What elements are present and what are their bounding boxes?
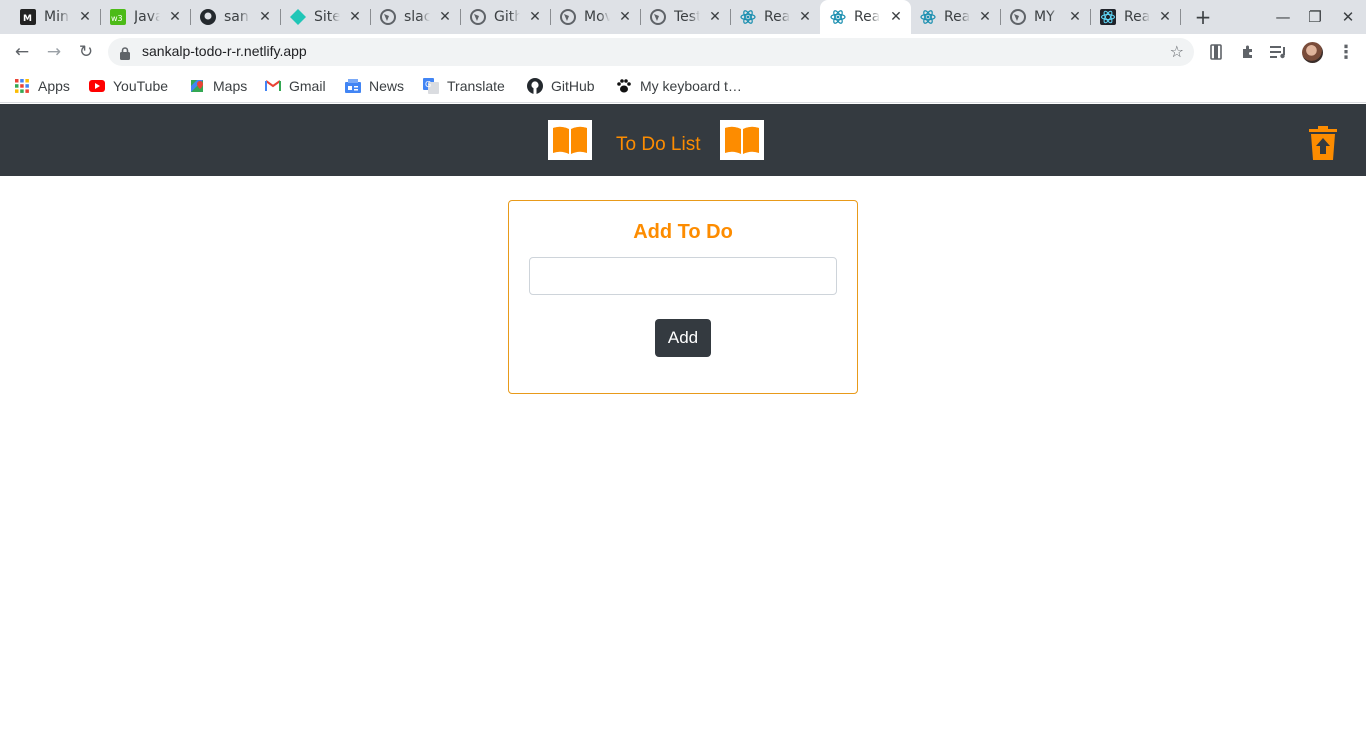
- globe-icon: [470, 9, 486, 25]
- extensions-puzzle-icon[interactable]: [1238, 42, 1258, 62]
- restore-icon[interactable]: ❐: [1304, 6, 1326, 28]
- reading-mode-icon[interactable]: [1206, 42, 1226, 62]
- tab-title: Github: [494, 9, 520, 25]
- browser-tab[interactable]: Movie ✕: [540, 0, 640, 34]
- app-title: To Do List: [616, 134, 701, 155]
- react-icon: [920, 9, 936, 25]
- bookmark-news[interactable]: News: [345, 76, 404, 96]
- close-window-icon[interactable]: ✕: [1337, 6, 1359, 28]
- bookmark-star-icon[interactable]: ☆: [1170, 42, 1184, 61]
- bookmarks-bar: Apps YouTube Maps Gmail News G Translate…: [0, 70, 1366, 103]
- bookmark-translate[interactable]: G Translate: [423, 76, 505, 96]
- bookmark-apps[interactable]: Apps: [14, 76, 70, 96]
- netlify-icon: [290, 9, 306, 25]
- profile-avatar[interactable]: [1302, 42, 1323, 63]
- gmail-icon: [265, 78, 281, 94]
- bookmark-label: Gmail: [289, 78, 326, 94]
- browser-tab[interactable]: M Mini ✕: [0, 0, 100, 34]
- new-tab-button[interactable]: +: [1193, 7, 1213, 27]
- react-icon: [830, 9, 846, 25]
- tab-title: Site: [314, 9, 340, 25]
- bookmark-label: My keyboard t…: [640, 78, 742, 94]
- tab-title: React App: [764, 9, 790, 25]
- trash-restore-icon[interactable]: [1308, 126, 1338, 164]
- github-icon: [200, 9, 216, 25]
- browser-tab[interactable]: Github ✕: [450, 0, 550, 34]
- tab-divider: [1180, 9, 1181, 25]
- browser-tab[interactable]: Test ✕: [630, 0, 730, 34]
- svg-text:M: M: [23, 14, 32, 24]
- address-bar[interactable]: sankalp-todo-r-r.netlify.app ☆: [108, 38, 1194, 66]
- bookmark-label: Apps: [38, 78, 70, 94]
- bookmark-keyboard[interactable]: My keyboard t…: [616, 76, 742, 96]
- url-text: sankalp-todo-r-r.netlify.app: [142, 43, 307, 59]
- add-todo-card: Add To Do Add: [508, 200, 858, 394]
- tab-title: React App: [1124, 9, 1150, 25]
- book-icon: [720, 120, 764, 160]
- bookmark-youtube[interactable]: YouTube: [89, 76, 168, 96]
- todo-input[interactable]: [529, 257, 837, 295]
- tab-title: React App: [944, 9, 970, 25]
- code-icon: w3: [110, 9, 126, 25]
- tab-title: React App: [854, 9, 880, 25]
- tab-title: sankalp: [224, 9, 250, 25]
- tab-strip: M Mini ✕ w3 JavaScript ✕ sankalp ✕ Site …: [0, 0, 1366, 34]
- browser-tab[interactable]: MY ✕: [990, 0, 1090, 34]
- translate-icon: G: [423, 78, 439, 94]
- maps-icon: [189, 78, 205, 94]
- close-icon[interactable]: ✕: [887, 8, 905, 26]
- svg-text:G: G: [425, 80, 431, 89]
- bookmark-label: Translate: [447, 78, 505, 94]
- tab-title: Movie: [584, 9, 610, 25]
- github-icon: [527, 78, 543, 94]
- bookmark-maps[interactable]: Maps: [189, 76, 247, 96]
- bookmark-gmail[interactable]: Gmail: [265, 76, 326, 96]
- browser-tab[interactable]: React App ✕: [720, 0, 820, 34]
- globe-icon: [650, 9, 666, 25]
- browser-tab-active[interactable]: React App ✕: [820, 0, 911, 34]
- hackmd-icon: M: [20, 9, 36, 25]
- tab-title: JavaScript: [134, 9, 160, 25]
- globe-icon: [560, 9, 576, 25]
- react-icon: [1100, 9, 1116, 25]
- tab-title: MY: [1034, 9, 1055, 25]
- tab-title: Mini: [44, 9, 70, 25]
- reload-icon[interactable]: ↻: [72, 38, 100, 66]
- browser-toolbar: ← → ↻ sankalp-todo-r-r.netlify.app ☆ ⋮: [0, 34, 1366, 70]
- globe-icon: [380, 9, 396, 25]
- lock-icon: [120, 45, 130, 64]
- browser-tab[interactable]: Site ✕: [270, 0, 370, 34]
- browser-tab[interactable]: React App ✕: [1080, 0, 1180, 34]
- bookmark-github[interactable]: GitHub: [527, 76, 595, 96]
- tab-title: Test: [674, 9, 700, 25]
- book-icon: [548, 120, 592, 160]
- bookmark-label: GitHub: [551, 78, 595, 94]
- tab-title: slack: [404, 9, 430, 25]
- globe-icon: [1010, 9, 1026, 25]
- browser-tab[interactable]: w3 JavaScript ✕: [90, 0, 190, 34]
- close-icon[interactable]: ✕: [796, 8, 814, 26]
- browser-tab[interactable]: slack ✕: [360, 0, 460, 34]
- app-header: To Do List: [0, 104, 1366, 176]
- paw-icon: [616, 78, 632, 94]
- bookmark-label: YouTube: [113, 78, 169, 94]
- close-icon[interactable]: ✕: [1156, 8, 1174, 26]
- forward-arrow-icon[interactable]: →: [40, 38, 68, 66]
- bookmark-label: Maps: [213, 78, 248, 94]
- bookmark-label: News: [369, 78, 405, 94]
- youtube-icon: [89, 78, 105, 94]
- news-icon: [345, 78, 361, 94]
- media-queue-icon[interactable]: [1269, 42, 1289, 62]
- apps-grid-icon: [14, 78, 30, 94]
- react-icon: [740, 9, 756, 25]
- card-title: Add To Do: [633, 221, 733, 243]
- svg-text:w3: w3: [111, 14, 123, 23]
- more-menu-icon[interactable]: ⋮: [1336, 42, 1356, 63]
- browser-tab[interactable]: sankalp ✕: [180, 0, 280, 34]
- add-button[interactable]: Add: [655, 319, 711, 357]
- back-arrow-icon[interactable]: ←: [8, 38, 36, 66]
- minimize-icon[interactable]: —: [1272, 6, 1294, 28]
